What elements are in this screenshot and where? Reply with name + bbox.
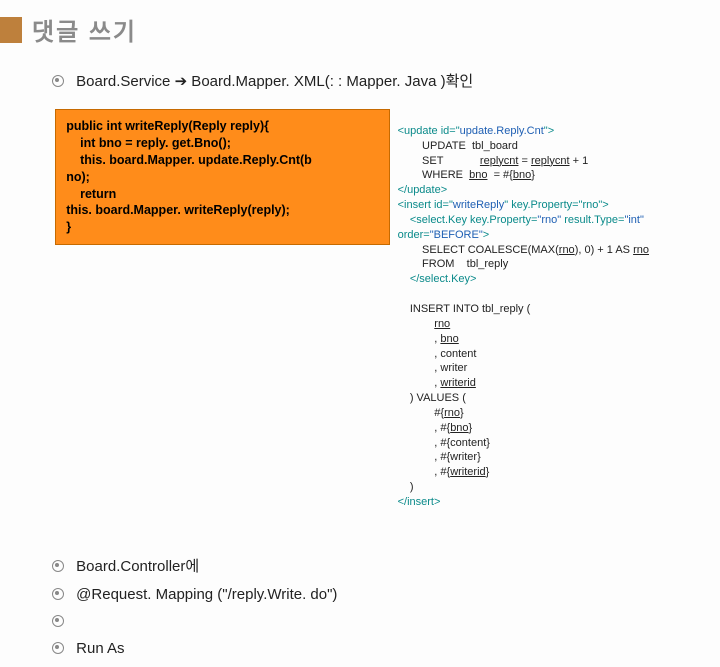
xml-l18a: , bbox=[398, 377, 441, 389]
bullet-icon bbox=[52, 588, 64, 600]
xml-l8b: "BEFORE" bbox=[430, 229, 483, 241]
xml-l20b: rno bbox=[444, 407, 460, 419]
xml-l9d: rno bbox=[633, 244, 649, 256]
xml-l8c: > bbox=[483, 229, 489, 241]
topline-b: Board.Mapper. XML(: : Mapper. Java )확인 bbox=[187, 73, 473, 90]
xml-l4c: = #{ bbox=[487, 169, 512, 181]
xml-l20c: } bbox=[460, 407, 464, 419]
xml-l2: UPDATE tbl_board bbox=[398, 140, 518, 152]
xml-l16: , content bbox=[398, 348, 477, 360]
xml-l3e: + 1 bbox=[570, 155, 589, 167]
content-area: Board.Service ➔ Board.Mapper. XML(: : Ma… bbox=[22, 70, 710, 667]
xml-l3b: replycnt bbox=[480, 155, 519, 167]
xml-l4b: bno bbox=[469, 169, 487, 181]
xml-l9a: SELECT COALESCE(MAX( bbox=[398, 244, 559, 256]
xml-l10: FROM tbl_reply bbox=[398, 258, 509, 270]
xml-l22: , #{content} bbox=[398, 437, 490, 449]
bullet-icon bbox=[52, 642, 64, 654]
xml-l14b: rno bbox=[434, 318, 450, 330]
xml-l21c: } bbox=[469, 422, 473, 434]
xml-code-box: <update id="update.Reply.Cnt"> UPDATE tb… bbox=[398, 109, 710, 525]
xml-l6c: " key.Property="rno"> bbox=[504, 199, 608, 211]
bullet-4-text: Run As bbox=[76, 640, 124, 657]
xml-l20a: #{ bbox=[398, 407, 444, 419]
xml-l7b: "rno" bbox=[537, 214, 561, 226]
bullet-icon bbox=[52, 615, 64, 627]
xml-l23: , #{writer} bbox=[398, 451, 481, 463]
title-accent-block bbox=[0, 17, 22, 43]
bullet-item-1: Board.Controller에 bbox=[52, 555, 710, 576]
xml-l3a: SET bbox=[398, 155, 480, 167]
xml-l4d: bno bbox=[513, 169, 531, 181]
bullet-item-2: @Request. Mapping ("/reply.Write. do") bbox=[52, 586, 710, 603]
xml-l26: </insert> bbox=[398, 496, 441, 508]
slide: 댓글 쓰기 Board.Service ➔ Board.Mapper. XML(… bbox=[0, 0, 720, 540]
topline-a: Board.Service bbox=[76, 73, 174, 90]
xml-l18b: writerid bbox=[440, 377, 475, 389]
bullet-1-text: Board.Controller에 bbox=[76, 558, 199, 575]
xml-l19: ) VALUES ( bbox=[398, 392, 466, 404]
xml-l11: </select.Key> bbox=[398, 273, 477, 285]
xml-l6a: <insert id=" bbox=[398, 199, 453, 211]
xml-l24a: , #{ bbox=[398, 466, 451, 478]
bullet-2-text: @Request. Mapping ("/reply.Write. do") bbox=[76, 586, 337, 603]
xml-l24c: } bbox=[486, 466, 490, 478]
xml-l7a: <select.Key key.Property= bbox=[398, 214, 538, 226]
bullet-icon bbox=[52, 75, 64, 87]
xml-l4a: WHERE bbox=[398, 169, 470, 181]
java-code-box: public int writeReply(Reply reply){ int … bbox=[55, 109, 389, 245]
xml-l25: ) bbox=[398, 481, 414, 493]
xml-l3d: replycnt bbox=[531, 155, 570, 167]
xml-l1a: <update id=" bbox=[398, 125, 460, 137]
xml-l6b: writeReply bbox=[453, 199, 504, 211]
xml-l7c: result.Type= bbox=[561, 214, 624, 226]
xml-l9b: rno bbox=[559, 244, 575, 256]
xml-l4e: } bbox=[531, 169, 535, 181]
top-bullet-line: Board.Service ➔ Board.Mapper. XML(: : Ma… bbox=[52, 70, 710, 91]
xml-l13: INSERT INTO tbl_reply ( bbox=[398, 303, 531, 315]
xml-l21a: , #{ bbox=[398, 422, 451, 434]
slide-title: 댓글 쓰기 bbox=[32, 12, 137, 47]
xml-l21b: bno bbox=[450, 422, 468, 434]
xml-l3c: = bbox=[518, 155, 531, 167]
code-row: public int writeReply(Reply reply){ int … bbox=[22, 109, 710, 525]
xml-l15b: bno bbox=[440, 333, 458, 345]
xml-l17: , writer bbox=[398, 362, 468, 374]
arrow-icon: ➔ bbox=[175, 73, 188, 90]
bullet-item-4: Run As bbox=[52, 640, 710, 657]
title-bar: 댓글 쓰기 bbox=[0, 12, 137, 47]
xml-l7d: "int" bbox=[624, 214, 643, 226]
xml-l15a: , bbox=[398, 333, 441, 345]
xml-l1b: update.Reply.Cnt bbox=[460, 125, 544, 137]
xml-l5: </update> bbox=[398, 184, 448, 196]
left-bullets: Board.Controller에 @Request. Mapping ("/r… bbox=[52, 555, 710, 657]
xml-l14a bbox=[398, 318, 435, 330]
bullet-icon bbox=[52, 560, 64, 572]
xml-l8a: order= bbox=[398, 229, 430, 241]
bullet-item-3 bbox=[52, 613, 710, 630]
xml-l24b: writerid bbox=[450, 466, 485, 478]
xml-l9c: ), 0) + 1 AS bbox=[575, 244, 633, 256]
xml-l1c: "> bbox=[544, 125, 554, 137]
